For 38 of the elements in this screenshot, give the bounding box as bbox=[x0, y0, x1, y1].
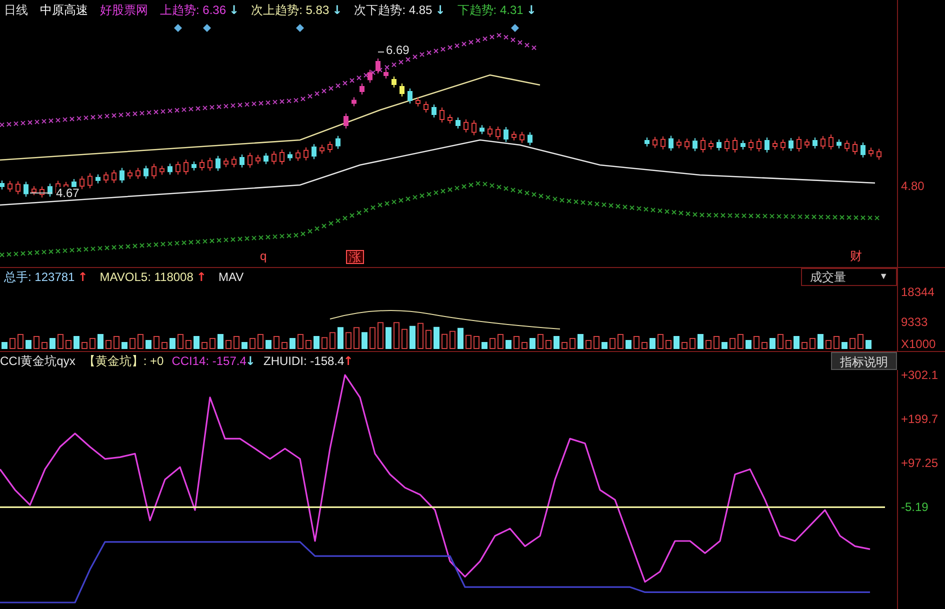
legend-text: ZHUIDI: -158.4 bbox=[263, 353, 344, 370]
event-marker: q bbox=[259, 250, 268, 262]
legend-text: 下趋势: 4.31 bbox=[457, 2, 524, 19]
trend-arrow: ↓ bbox=[435, 2, 446, 19]
event-marker: 涨 bbox=[346, 250, 364, 264]
axis-label: 18344 bbox=[901, 286, 934, 298]
trend-arrow: ↓ bbox=[245, 353, 256, 370]
axis-label: +302.1 bbox=[901, 369, 938, 381]
legend-text: 【黄金坑】: +0 bbox=[83, 353, 164, 370]
caret-icon: ▼ bbox=[879, 270, 888, 284]
axis-label: +199.7 bbox=[901, 413, 938, 426]
legend-text: MAV bbox=[218, 269, 244, 286]
legend-text: CCI黄金坑qyx bbox=[0, 353, 76, 370]
trend-arrow: ↓ bbox=[526, 2, 536, 19]
indicator-dropdown[interactable]: 成交量 ▼ bbox=[801, 268, 897, 286]
trend-arrow: ↑ bbox=[196, 269, 206, 286]
indicator-help-button[interactable]: 指标说明 bbox=[831, 352, 897, 370]
trend-arrow: ↑ bbox=[78, 269, 88, 286]
axis-label: 4.80 bbox=[901, 180, 924, 192]
legend-text: 次上趋势: 5.83 bbox=[251, 2, 330, 19]
legend-text: 中原高速 bbox=[40, 2, 88, 19]
event-marker: 财 bbox=[849, 250, 863, 262]
legend-text: CCI14: -157.4 bbox=[172, 353, 246, 370]
legend-text: MAVOL5: 118008 bbox=[100, 269, 194, 286]
axis-label: 9333 bbox=[901, 316, 928, 328]
axis-label: -5.19 bbox=[901, 501, 928, 514]
legend-text: 日线 bbox=[4, 2, 28, 19]
price-label: 6.69 bbox=[386, 44, 410, 56]
legend-text: 好股票网 bbox=[100, 2, 148, 19]
price-label: 4.67 bbox=[56, 187, 80, 199]
axis-label: X1000 bbox=[901, 338, 936, 350]
legend-text: 上趋势: 6.36 bbox=[160, 2, 226, 19]
axis-label: +97.25 bbox=[901, 457, 938, 470]
legend-text: 次下趋势: 4.85 bbox=[354, 2, 432, 19]
legend-text: 总手: 123781 bbox=[4, 269, 75, 286]
trend-arrow: ↓ bbox=[332, 2, 342, 19]
trend-arrow: ↓ bbox=[229, 2, 240, 19]
trend-arrow: ↑ bbox=[343, 353, 354, 370]
